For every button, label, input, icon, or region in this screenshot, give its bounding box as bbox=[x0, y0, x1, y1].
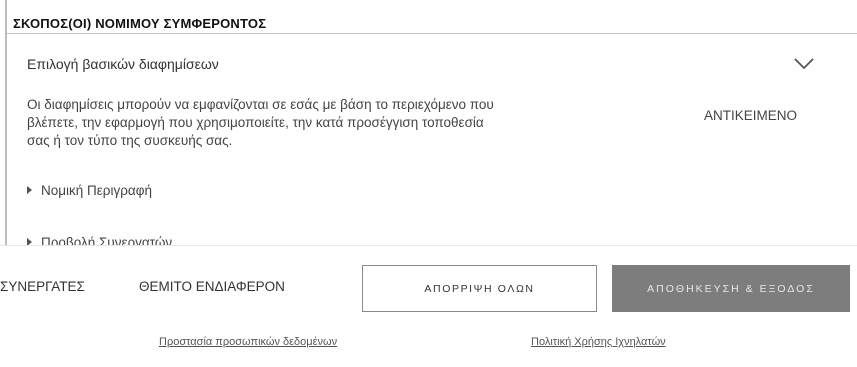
object-toggle-label[interactable]: ΑΝΤΙΚΕΙΜΕΝΟ bbox=[704, 108, 797, 123]
triangle-right-icon bbox=[27, 186, 32, 194]
section-header: ΣΚΟΠΟΣ(ΟΙ) ΝΟΜΙΜΟΥ ΣΥΜΦΕΡΟΝΤΟΣ bbox=[7, 4, 857, 34]
chevron-down-icon[interactable] bbox=[794, 58, 814, 70]
privacy-policy-link[interactable]: Προστασία προσωπικών δεδομένων bbox=[159, 336, 337, 348]
view-partners-label: Προβολή Συνεργατών bbox=[41, 235, 173, 245]
cookie-policy-link[interactable]: Πολιτική Χρήσης Ιχνηλατών bbox=[531, 336, 666, 348]
section-title: ΣΚΟΠΟΣ(ΟΙ) ΝΟΜΙΜΟΥ ΣΥΜΦΕΡΟΝΤΟΣ bbox=[13, 16, 267, 31]
reject-all-label: ΑΠΟΡΡΙΨΗ ΟΛΩΝ bbox=[424, 282, 535, 295]
legal-description-toggle[interactable]: Νομική Περιγραφή bbox=[27, 183, 152, 198]
purposes-list[interactable]: Επιλογή βασικών διαφημίσεων Οι διαφημίσε… bbox=[7, 34, 857, 245]
triangle-right-icon bbox=[27, 238, 32, 245]
purpose-description-line: σας ή τον τύπο της συσκευής σας. bbox=[27, 133, 233, 148]
save-and-exit-button[interactable]: ΑΠΟΘΗΚΕΥΣΗ & ΕΞΟΔΟΣ bbox=[612, 265, 850, 312]
save-and-exit-label: ΑΠΟΘΗΚΕΥΣΗ & ΕΞΟΔΟΣ bbox=[647, 282, 815, 295]
consent-dialog: ΣΚΟΠΟΣ(ΟΙ) ΝΟΜΙΜΟΥ ΣΥΜΦΕΡΟΝΤΟΣ Επιλογή β… bbox=[0, 0, 857, 367]
purpose-description: Οι διαφημίσεις μπορούν να εμφανίζονται σ… bbox=[27, 96, 637, 150]
purpose-title[interactable]: Επιλογή βασικών διαφημίσεων bbox=[27, 56, 219, 72]
view-partners-toggle[interactable]: Προβολή Συνεργατών bbox=[27, 235, 172, 245]
reject-all-button[interactable]: ΑΠΟΡΡΙΨΗ ΟΛΩΝ bbox=[362, 265, 597, 312]
purpose-description-line: βλέπετε, την εφαρμογή που χρησιμοποιείτε… bbox=[27, 115, 484, 130]
purpose-description-line: Οι διαφημίσεις μπορούν να εμφανίζονται σ… bbox=[27, 97, 494, 112]
partners-link[interactable]: ΣΥΝΕΡΓΑΤΕΣ bbox=[0, 279, 85, 294]
dialog-footer: ΣΥΝΕΡΓΑΤΕΣ ΘΕΜΙΤΟ ΕΝΔΙΑΦΕΡΟΝ ΑΠΟΡΡΙΨΗ ΟΛ… bbox=[0, 245, 857, 367]
legitimate-interest-link[interactable]: ΘΕΜΙΤΟ ΕΝΔΙΑΦΕΡΟΝ bbox=[139, 279, 285, 294]
legal-description-label: Νομική Περιγραφή bbox=[41, 183, 152, 198]
